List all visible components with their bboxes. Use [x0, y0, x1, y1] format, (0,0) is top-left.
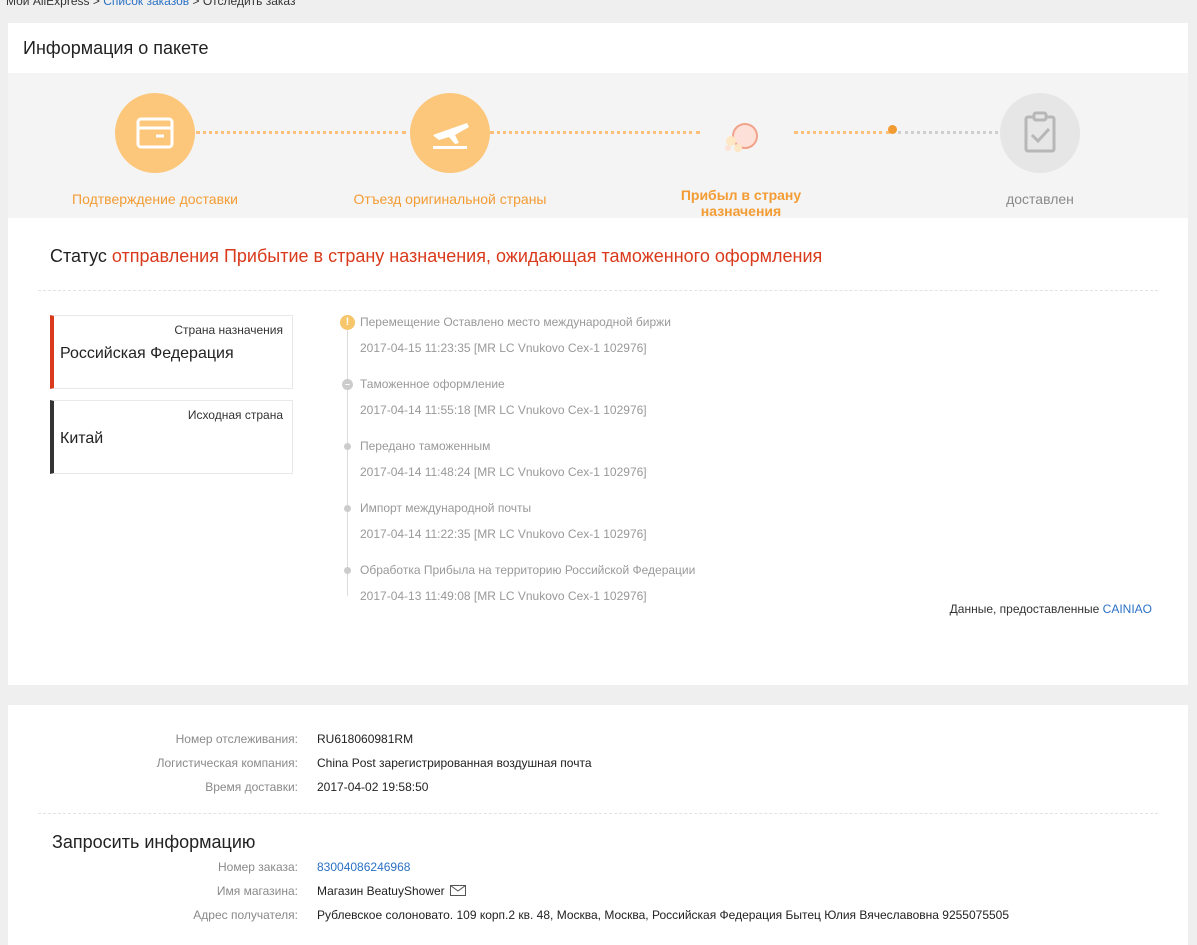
divider: [38, 290, 1158, 291]
step-delivered: доставлен: [940, 93, 1140, 207]
origin-country-box: Исходная страна Китай: [50, 400, 293, 474]
package-icon: [115, 93, 195, 173]
destination-country-box: Страна назначения Российская Федерация: [50, 315, 293, 389]
request-info-title: Запросить информацию: [52, 832, 256, 852]
clipboard-check-icon: [1000, 93, 1080, 173]
customs-icon: –: [342, 379, 353, 390]
shop-name: Магазин BeatuyShower: [317, 884, 445, 898]
timeline-event: Импорт международной почты 2017-04-14 11…: [360, 501, 647, 541]
timeline-line: [347, 324, 348, 596]
event-datetime: 2017-04-14 11:22:35 [MR LC Vnukovo Cex-1…: [360, 527, 647, 541]
step-departure: Отъезд оригинальной страны: [350, 93, 550, 207]
timeline-event: Обработка Прибыла на территорию Российск…: [360, 563, 695, 603]
event-datetime: 2017-04-13 11:49:08 [MR LC Vnukovo Cex-1…: [360, 589, 647, 603]
breadcrumb-orders-link[interactable]: Список заказов: [103, 0, 189, 8]
event-title: Перемещение Оставлено место международно…: [360, 315, 671, 329]
current-position-dot: [888, 125, 897, 134]
data-provider-note: Данные, предоставленные CAINIAO: [950, 602, 1152, 616]
shipping-details-card: Номер отслеживания: RU618060981RM Логист…: [8, 705, 1188, 945]
step-label: Подтверждение доставки: [72, 191, 238, 207]
origin-label: Исходная страна: [187, 408, 283, 422]
address-value: Рублевское солоновато. 109 корп.2 кв. 48…: [317, 908, 1010, 922]
shipment-status: Статус отправления Прибытие в страну наз…: [50, 246, 822, 267]
event-datetime: 2017-04-15 11:23:35 [MR LC Vnukovo Cex-1…: [360, 341, 647, 355]
breadcrumb-separator: >: [192, 0, 200, 8]
event-title: Импорт международной почты: [360, 501, 532, 515]
shop-label: Имя магазина:: [216, 884, 298, 898]
event-title: Передано таможенным: [360, 439, 491, 453]
step-delivery-confirmed: Подтверждение доставки: [55, 93, 255, 207]
origin-value: Китай: [60, 430, 104, 447]
progress-tracker: Подтверждение доставки Отъезд оригинальн…: [8, 73, 1188, 219]
provider-text: Данные, предоставленные: [949, 602, 1100, 616]
status-prefix: Статус: [50, 246, 107, 266]
step-label: доставлен: [1006, 191, 1074, 207]
destination-value: Российская Федерация: [60, 345, 234, 362]
breadcrumb-home[interactable]: Мой AliExpress: [6, 0, 90, 8]
tracking-label: Номер отслеживания:: [175, 732, 298, 746]
step-label: Отъезд оригинальной страны: [353, 191, 547, 207]
event-title: Таможенное оформление: [360, 377, 505, 391]
timeline-dot: [344, 567, 351, 574]
time-value: 2017-04-02 19:58:50: [317, 780, 429, 794]
balloon-icon: [701, 93, 781, 173]
alert-icon: !: [340, 315, 355, 330]
event-datetime: 2017-04-14 11:55:18 [MR LC Vnukovo Cex-1…: [360, 403, 647, 417]
timeline-dot: [344, 443, 351, 450]
timeline-event: Передано таможенным 2017-04-14 11:48:24 …: [360, 439, 647, 479]
timeline-event: Перемещение Оставлено место международно…: [360, 315, 671, 355]
status-text: отправления Прибытие в страну назначения…: [111, 246, 823, 266]
breadcrumb-separator: >: [92, 0, 100, 8]
plane-departure-icon: [410, 93, 490, 173]
order-label: Номер заказа:: [217, 860, 298, 874]
company-label: Логистическая компания:: [156, 756, 298, 770]
event-datetime: 2017-04-14 11:48:24 [MR LC Vnukovo Cex-1…: [360, 465, 647, 479]
divider: [38, 813, 1158, 814]
timeline-event: Таможенное оформление 2017-04-14 11:55:1…: [360, 377, 647, 417]
cainiao-link[interactable]: CAINIAO: [1103, 602, 1152, 616]
time-label: Время доставки:: [205, 780, 298, 794]
envelope-icon[interactable]: [450, 885, 467, 896]
tracking-value: RU618060981RM: [317, 732, 414, 746]
step-arrived-destination: Прибыл в страну назначения: [641, 93, 841, 219]
step-label: Прибыл в страну назначения: [680, 187, 802, 219]
order-number-link[interactable]: 83004086246968: [317, 860, 410, 874]
destination-label: Страна назначения: [174, 323, 283, 337]
address-label: Адрес получателя:: [193, 908, 298, 922]
breadcrumb-current: Отследить заказ: [202, 0, 296, 8]
page-title: Информация о пакете: [23, 38, 209, 58]
timeline-dot: [344, 505, 351, 512]
company-value: China Post зарегистрированная воздушная …: [317, 756, 592, 770]
shop-value: Магазин BeatuyShower: [317, 884, 467, 898]
package-info-card: Информация о пакете Подтверждение достав…: [8, 23, 1188, 685]
breadcrumb: Мой AliExpress > Список заказов > Отслед…: [6, 0, 295, 8]
event-title: Обработка Прибыла на территорию Российск…: [360, 563, 696, 577]
